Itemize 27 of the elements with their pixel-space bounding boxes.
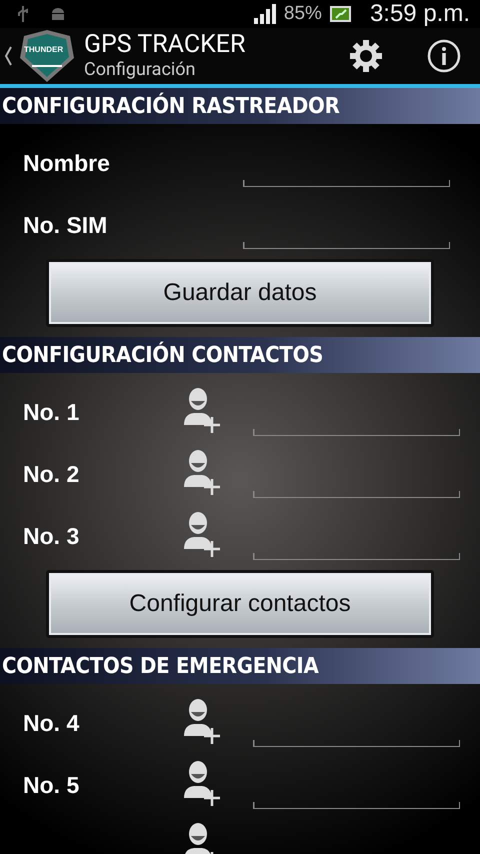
- screen-subtitle: Configuración: [84, 59, 196, 81]
- field-label: No. 4: [23, 710, 80, 736]
- section-header: CONTACTOS DE EMERGENCIA: [0, 648, 480, 684]
- field-label: No. 2: [23, 460, 80, 488]
- field-label: No. SIM: [23, 212, 108, 238]
- back-caret-icon: [4, 46, 12, 66]
- field-label: Nombre: [23, 150, 111, 176]
- logo-text: THUNDER: [24, 45, 64, 54]
- add-contact-icon[interactable]: [183, 698, 221, 744]
- add-contact-icon[interactable]: [183, 511, 221, 557]
- section-header: CONFIGURACIÓN CONTACTOS: [0, 337, 480, 373]
- field-label: No. 5: [23, 772, 80, 798]
- android-icon: [50, 6, 66, 22]
- add-contact-icon[interactable]: [183, 387, 221, 433]
- app-title: GPS TRACKER: [84, 31, 246, 59]
- action-button[interactable]: Configurar contactos: [46, 570, 434, 638]
- clock: 3:59 p.m.: [370, 0, 470, 28]
- signal-icon: [254, 4, 276, 24]
- add-contact-icon[interactable]: [183, 760, 221, 806]
- battery-icon: [330, 6, 352, 22]
- field-label: No. 3: [23, 522, 80, 550]
- usb-icon: [18, 6, 28, 22]
- add-contact-icon[interactable]: [183, 449, 221, 495]
- action-button[interactable]: Guardar datos: [46, 259, 434, 327]
- battery-percent: 85%: [284, 3, 322, 25]
- section-header: CONFIGURACIÓN RASTREADOR: [0, 88, 480, 124]
- field-label: No. 1: [23, 398, 80, 426]
